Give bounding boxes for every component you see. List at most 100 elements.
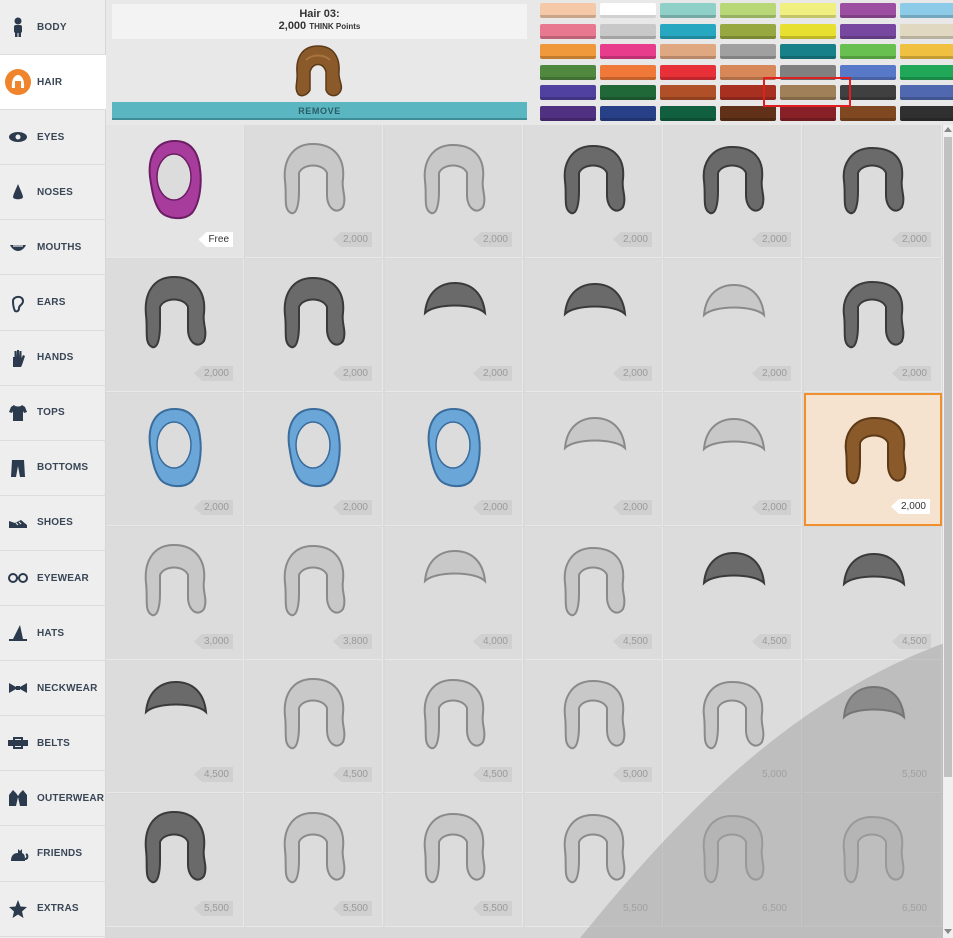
hair-item-long-straight[interactable]: 5,000 (525, 660, 663, 793)
sidebar-item-ears[interactable]: EARS (0, 276, 106, 331)
color-swatch[interactable] (840, 44, 896, 59)
scroll-up-icon[interactable] (944, 127, 952, 132)
color-swatch[interactable] (600, 23, 656, 39)
color-swatch[interactable] (720, 64, 776, 80)
color-swatch[interactable] (780, 64, 836, 80)
color-swatch[interactable] (600, 3, 656, 18)
sidebar-item-hair[interactable]: HAIR (0, 55, 106, 111)
hair-item-fluffy-pigtails[interactable]: 2,000 (385, 125, 523, 258)
hair-item-swept[interactable]: 5,500 (385, 794, 523, 927)
hair-item-fade[interactable]: 4,500 (804, 527, 942, 660)
hair-item-puffs[interactable]: 2,000 (664, 125, 802, 258)
color-swatch[interactable] (840, 85, 896, 100)
color-swatch[interactable] (900, 23, 953, 39)
color-swatch[interactable] (900, 44, 953, 59)
hair-item-big-afro[interactable]: 2,000 (804, 259, 942, 392)
color-swatch[interactable] (660, 3, 716, 18)
color-swatch[interactable] (840, 3, 896, 18)
sidebar-item-neckwear[interactable]: NECKWEAR (0, 661, 106, 717)
remove-button[interactable]: REMOVE (112, 102, 527, 120)
hair-item-curly-long[interactable]: 2,000 (804, 125, 942, 258)
color-swatch[interactable] (660, 64, 716, 80)
color-swatch[interactable] (780, 105, 836, 121)
hair-item-bun-sides[interactable]: 5,500 (245, 794, 383, 927)
hair-item-afro-wide[interactable]: 2,000 (106, 259, 244, 392)
color-swatch[interactable] (840, 64, 896, 80)
sidebar-item-bottoms[interactable]: BOTTOMS (0, 441, 106, 496)
color-swatch[interactable] (660, 105, 716, 121)
sidebar-item-friends[interactable]: FRIENDS (0, 827, 106, 882)
hair-item-hijab-purple[interactable]: Free (106, 125, 244, 258)
sidebar-item-shoes[interactable]: SHOES (0, 496, 106, 551)
sidebar-item-belts[interactable]: BELTS (0, 716, 106, 772)
sidebar-item-eyewear[interactable]: EYEWEAR (0, 551, 106, 606)
hair-item-flip[interactable]: 4,000 (385, 527, 523, 660)
sidebar-item-eyes[interactable]: EYES (0, 110, 106, 166)
hair-item-top-bun[interactable]: 6,500 (664, 794, 802, 927)
hair-item-tuft[interactable]: 2,000 (664, 393, 802, 526)
hair-item-bob[interactable]: 2,000 (245, 125, 383, 258)
color-swatch[interactable] (840, 105, 896, 121)
color-swatch[interactable] (540, 44, 596, 59)
scroll-thumb[interactable] (944, 137, 952, 777)
color-swatch[interactable] (720, 105, 776, 121)
color-swatch[interactable] (660, 85, 716, 100)
hair-item-wavy-short[interactable]: 5,000 (664, 660, 802, 793)
sidebar-item-hands[interactable]: HANDS (0, 331, 106, 386)
hair-item-wavy-top[interactable]: 2,000 (525, 259, 663, 392)
color-swatch[interactable] (720, 23, 776, 39)
color-swatch[interactable] (780, 23, 836, 39)
hair-item-hijab-light[interactable]: 2,000 (385, 393, 523, 526)
color-swatch[interactable] (600, 44, 656, 59)
color-swatch[interactable] (900, 105, 953, 121)
color-swatch[interactable] (780, 44, 836, 59)
hair-item-hijab-blue[interactable]: 2,000 (245, 393, 383, 526)
hair-item-shag[interactable]: 3,000 (106, 527, 244, 660)
color-swatch[interactable] (720, 44, 776, 59)
color-swatch[interactable] (600, 85, 656, 100)
color-swatch[interactable] (600, 105, 656, 121)
color-swatch[interactable] (780, 3, 836, 18)
color-swatch[interactable] (540, 85, 596, 100)
hair-item-locs[interactable]: 5,500 (106, 794, 244, 927)
hair-item-pigtails[interactable]: 3,800 (245, 527, 383, 660)
grid-scrollbar[interactable] (943, 125, 953, 938)
hair-item-bangs-long[interactable]: 5,500 (525, 794, 663, 927)
color-swatch[interactable] (900, 3, 953, 18)
hair-item-curly-headband[interactable]: 2,000 (245, 259, 383, 392)
color-swatch[interactable] (600, 64, 656, 80)
color-swatch[interactable] (720, 3, 776, 18)
hair-item-buzz[interactable]: 4,500 (664, 527, 802, 660)
hair-item-smooth-cap[interactable]: 2,000 (385, 259, 523, 392)
hair-item-curly-band[interactable]: 4,500 (245, 660, 383, 793)
sidebar-item-outerwear[interactable]: OUTERWEAR (0, 771, 106, 827)
color-swatch[interactable] (540, 23, 596, 39)
color-swatch[interactable] (660, 44, 716, 59)
color-swatch[interactable] (660, 23, 716, 39)
hair-item-hijab-dotted[interactable]: 2,000 (106, 393, 244, 526)
hair-item-hair-03-brown[interactable]: 2,000 (804, 393, 942, 526)
color-swatch[interactable] (900, 64, 953, 80)
sidebar-item-extras[interactable]: EXTRAS (0, 882, 106, 937)
hair-item-curly-top[interactable]: 6,500 (804, 794, 942, 927)
scroll-down-icon[interactable] (944, 929, 952, 934)
sidebar-item-mouths[interactable]: MOUTHS (0, 220, 106, 276)
hair-item-spiky[interactable]: 2,000 (525, 393, 663, 526)
color-swatch[interactable] (780, 85, 836, 100)
hair-item-emo[interactable]: 4,500 (385, 660, 523, 793)
color-swatch[interactable] (840, 23, 896, 39)
hair-item-braids[interactable]: 4,500 (525, 527, 663, 660)
hair-item-spiky-crown[interactable]: 5,500 (804, 660, 942, 793)
hair-item-flat-top[interactable]: 4,500 (106, 660, 244, 793)
color-swatch[interactable] (540, 105, 596, 121)
sidebar-item-hats[interactable]: HATS (0, 606, 106, 662)
color-swatch[interactable] (900, 85, 953, 100)
sidebar-item-tops[interactable]: TOPS (0, 386, 106, 441)
sidebar-item-noses[interactable]: NOSES (0, 165, 106, 221)
color-swatch[interactable] (540, 3, 596, 18)
sidebar-item-body[interactable]: BODY (0, 0, 106, 55)
color-swatch[interactable] (540, 64, 596, 80)
color-swatch[interactable] (720, 85, 776, 100)
hair-item-afro-short[interactable]: 2,000 (525, 125, 663, 258)
hair-item-side-swoop[interactable]: 2,000 (664, 259, 802, 392)
